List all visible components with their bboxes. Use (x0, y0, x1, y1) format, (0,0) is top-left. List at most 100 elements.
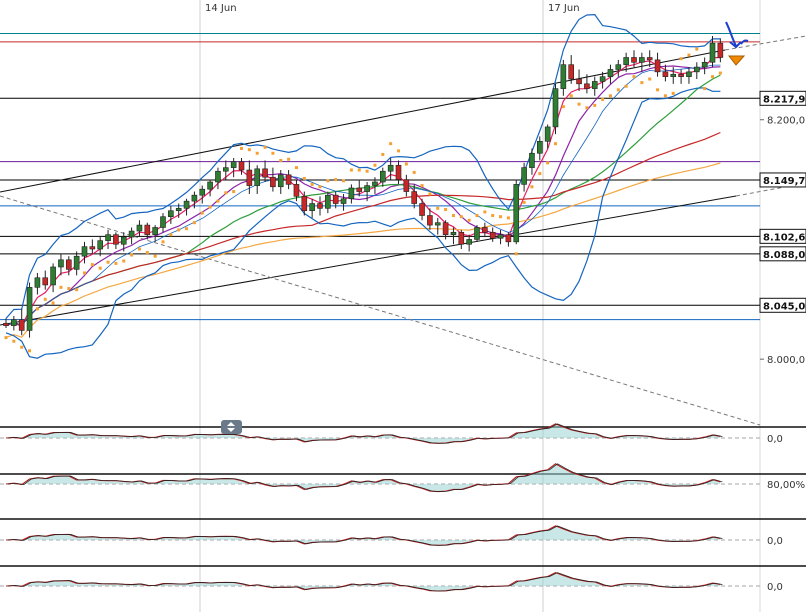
bollinger-upper (5, 13, 721, 319)
dashed-trend-line-down (0, 195, 761, 426)
sar-dot-37 (294, 166, 298, 170)
candle-body (270, 176, 276, 188)
candle-body (521, 167, 527, 185)
candle-16 (128, 227, 135, 245)
candle-body (419, 203, 425, 216)
sar-dot-76 (601, 97, 605, 101)
ma-orange-line (5, 162, 721, 339)
stochastic-pane-main-line (7, 463, 723, 492)
price-tag-label-4: 8.045,0 (763, 301, 805, 312)
sar-dot-90 (711, 75, 714, 79)
sar-dot-34 (271, 151, 275, 155)
sar-dot-17 (137, 247, 141, 251)
candle-body (89, 246, 96, 250)
candle-body (372, 181, 378, 186)
sar-dot-49 (389, 142, 393, 146)
candle-68 (536, 136, 543, 161)
momentum-pane-fill (6, 525, 721, 546)
sar-dot-64 (506, 216, 510, 220)
candle-body (678, 73, 684, 77)
candle-body (576, 78, 582, 85)
candle-23 (183, 198, 190, 216)
candle-70 (552, 83, 559, 135)
sar-dot-79 (624, 84, 628, 88)
price-tag-label-0: 8.217,9 (763, 94, 805, 105)
sar-dot-21 (169, 233, 173, 237)
sar-dot-41 (326, 179, 330, 183)
candle-body (607, 69, 614, 77)
candle-26 (207, 179, 213, 197)
candle-48 (379, 167, 386, 187)
sar-dot-13 (106, 260, 110, 264)
candle-body (662, 71, 669, 77)
candle-body (277, 174, 284, 188)
trading-chart[interactable]: 14 Jun 17 Jun 8.200,0 8.000,0 8.217,9 8.14… (0, 0, 806, 612)
candle-13 (105, 229, 111, 250)
sar-dot-45 (357, 168, 361, 172)
candle-body (18, 319, 25, 331)
candle-20 (160, 213, 166, 233)
candle-body (73, 255, 80, 270)
sar-dot-51 (404, 162, 408, 166)
parabolic-sar-dots (4, 47, 722, 353)
candle-55 (434, 217, 441, 235)
candle-body (489, 231, 496, 239)
candle-body (120, 236, 127, 245)
candle-body (113, 234, 119, 245)
candle-body (301, 196, 308, 212)
sar-dot-59 (467, 218, 471, 222)
sar-dot-33 (263, 145, 267, 149)
candle-64 (505, 232, 512, 247)
sar-dot-60 (475, 214, 479, 218)
candle-body (403, 179, 410, 192)
y-tick-label-0: 8.200,0 (767, 116, 805, 127)
candle-9 (73, 251, 80, 276)
pane-resize-handle[interactable] (221, 420, 242, 434)
sar-dot-75 (593, 103, 597, 107)
candle-body (262, 168, 268, 178)
candle-81 (639, 52, 645, 72)
y-tick-label-1: 8.000,0 (767, 355, 805, 366)
candle-65 (513, 179, 520, 245)
candle-body (332, 194, 339, 204)
oscillator-pane: 0,0 (0, 565, 806, 593)
sar-dot-81 (640, 81, 644, 85)
candle-body (97, 240, 103, 250)
candle-44 (348, 184, 355, 204)
candle-body (701, 61, 708, 68)
upper-trend-line (0, 49, 726, 193)
candle-83 (654, 52, 661, 77)
price-tag-label-2: 8.102,6 (763, 232, 805, 243)
sar-dot-54 (428, 192, 432, 196)
candle-body (466, 239, 472, 245)
moving-averages (5, 56, 721, 339)
sar-dot-0 (4, 336, 8, 340)
candle-body (552, 88, 559, 128)
sar-dot-61 (483, 210, 487, 214)
candle-body (364, 185, 370, 192)
sar-dot-19 (153, 254, 157, 258)
sar-dot-47 (373, 163, 377, 167)
sar-dot-78 (616, 88, 620, 92)
candle-18 (144, 222, 151, 240)
sar-dot-56 (444, 208, 448, 212)
sar-dot-5 (43, 297, 47, 301)
candle-6 (50, 263, 56, 293)
candle-59 (466, 234, 472, 252)
candle-body (183, 200, 190, 209)
price-tag-label-1: 8.149,7 (763, 176, 805, 187)
sar-dot-66 (522, 200, 526, 204)
candle-body (497, 234, 504, 239)
sar-dot-67 (530, 185, 534, 189)
candle-body (623, 57, 629, 65)
candle-body (246, 169, 253, 186)
candle-body (615, 64, 622, 70)
candle-61 (482, 222, 488, 238)
price-tag-label-3: 8.088,0 (763, 250, 805, 261)
macd-pane-tick-label: 0,0 (767, 434, 783, 445)
candle-body (175, 208, 182, 212)
candle-body (709, 42, 716, 63)
sar-dot-46 (365, 169, 369, 173)
candle-63 (497, 229, 504, 245)
sar-dot-32 (255, 151, 259, 155)
